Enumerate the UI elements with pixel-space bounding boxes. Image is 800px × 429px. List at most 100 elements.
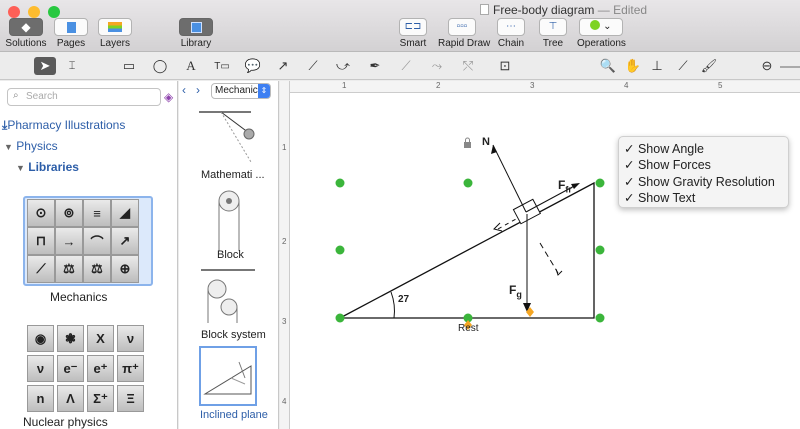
block-pulley-icon[interactable] (217, 189, 241, 255)
nuclear-physics-label: Nuclear physics (23, 415, 108, 429)
zoom-out-icon[interactable]: ⊖ (756, 57, 778, 75)
zoom-window-button[interactable] (48, 6, 60, 18)
mechanics-icon-grid: ⊙ ⊚ ≡ ◢ ⊓ → ⌒ ↗ ⟋ ⚖ ⚖ ⊕ (27, 199, 139, 283)
libraries-tree-item[interactable]: ▼ Libraries (16, 160, 79, 174)
zoom-slider[interactable] (780, 66, 800, 68)
angle-arc (390, 291, 395, 319)
hand-pan-icon[interactable]: ✋ (622, 57, 644, 75)
chain-button[interactable]: ⋯ Chain (496, 18, 526, 49)
pin-icon[interactable]: ◈ (164, 90, 173, 104)
callout-tool-icon[interactable]: 💬 (242, 57, 264, 75)
eyedropper-icon[interactable]: ⟋ (672, 57, 694, 75)
format-painter-icon[interactable]: 🖌 (698, 57, 720, 75)
lambda-icon: Λ (57, 385, 84, 412)
checkmark-icon: ✓ (624, 174, 635, 189)
layers-button[interactable]: Layers (97, 18, 133, 49)
library-item-label: Mathemati ... (201, 169, 265, 181)
positron-icon: e⁺ (87, 355, 114, 382)
library-button[interactable]: Library (178, 18, 214, 49)
normal-force-label: N (482, 136, 490, 148)
pen-tool-icon[interactable]: ✒ (364, 57, 386, 75)
library-item-label: Block system (201, 329, 266, 341)
window-title: Free-body diagram — Edited (480, 3, 647, 17)
window-toolbar: Free-body diagram — Edited ◆ Solutions Pa… (0, 0, 800, 52)
mechanics-library-tile[interactable]: ⊙ ⊚ ≡ ◢ ⊓ → ⌒ ↗ ⟋ ⚖ ⚖ ⊕ (23, 196, 153, 286)
disclosure-triangle-icon: ▼ (16, 163, 25, 173)
rest-label: Rest (458, 323, 479, 334)
checkmark-icon: ✓ (624, 158, 635, 173)
force-vector-icon: ↗ (111, 227, 139, 255)
library-panel: ‹ › Mechanics ⇕ Mathemati ... Block Block… (179, 81, 279, 429)
tree-button[interactable]: ⊤ Tree (538, 18, 568, 49)
arrowhead-icon (571, 183, 580, 189)
rapid-connector-tool-icon[interactable]: ⤲ (457, 57, 479, 75)
nuclear-icon-grid[interactable]: ◉ ❃ X ν ν e⁻ e⁺ π⁺ n Λ Σ⁺ Ξ (27, 325, 144, 412)
menu-item-show-forces[interactable]: ✓ Show Forces (624, 157, 788, 173)
back-chevron-icon[interactable]: ‹ (182, 83, 186, 97)
line-tool-icon[interactable]: ⟋ (302, 57, 324, 75)
selection-handles[interactable] (335, 178, 605, 323)
spring-icon: ≡ (83, 199, 111, 227)
stamp-icon[interactable]: ⊥ (646, 57, 668, 75)
zoom-magnifier-icon[interactable]: 🔍 (597, 57, 619, 75)
vector-icon: → (55, 227, 83, 255)
pages-button[interactable]: Pages (52, 18, 90, 49)
gravity-resolution-line (539, 242, 559, 274)
operations-button[interactable]: ⌄ Operations (577, 18, 626, 49)
arc-tool-icon[interactable]: ⤻ (332, 57, 354, 75)
search-input[interactable]: ⌕ Search (7, 88, 161, 106)
horizontal-ruler: 1 2 3 4 5 (290, 81, 800, 93)
normal-force-arrow[interactable] (492, 144, 527, 213)
menu-item-show-text[interactable]: ✓ Show Text (624, 190, 788, 206)
ellipse-tool-icon[interactable]: ◯ (149, 57, 171, 75)
library-item-label-selected: Inclined plane (200, 409, 268, 421)
nucleus-icon: ❃ (57, 325, 84, 352)
mathematical-pendulum-icon[interactable] (199, 107, 259, 167)
rapid-draw-icon: ▫▫▫ (448, 18, 476, 36)
xi-icon: Ξ (117, 385, 144, 412)
operations-icon: ⌄ (579, 18, 623, 36)
smart-button[interactable]: ⊏⊐ Smart (398, 18, 428, 49)
gravity-force-label: Fg (509, 283, 522, 300)
minimize-window-button[interactable] (28, 6, 40, 18)
mechanics-label: Mechanics (50, 290, 108, 304)
block-system-icon[interactable] (201, 267, 257, 325)
drawing-tools-bar: ➤ ⌶ ▭ ◯ A T▭ 💬 ↗ ⟋ ⤻ ✒ ⟋ ⤳ ⤲ ⊡ 🔍 ✋ ⊥ ⟋ 🖌… (0, 53, 800, 80)
antineutrino-icon: ν (27, 355, 54, 382)
menu-item-show-gravity-resolution[interactable]: ✓ Show Gravity Resolution (624, 174, 788, 190)
insert-shape-tool-icon[interactable]: ⊡ (494, 57, 516, 75)
balance-icon: ⚖ (55, 255, 83, 283)
text-select-tool-icon[interactable]: ⌶ (61, 57, 83, 75)
arrow-tool-icon[interactable]: ↗ (272, 57, 294, 75)
layers-icon (98, 18, 132, 36)
rectangle-tool-icon[interactable]: ▭ (118, 57, 140, 75)
physics-tree-item[interactable]: ▼ Physics (4, 139, 58, 153)
electron-icon: e⁻ (57, 355, 84, 382)
library-dropdown[interactable]: Mechanics ⇕ (211, 83, 271, 99)
inclined-plane-triangle[interactable] (339, 181, 595, 319)
menu-item-show-angle[interactable]: ✓ Show Angle (624, 141, 788, 157)
gravity-resolution-line (497, 218, 517, 230)
checkmark-icon: ✓ (624, 142, 635, 156)
angle-label: 27 (398, 294, 410, 305)
search-icon: ⌕ (13, 90, 19, 101)
scales-icon: ⚖ (83, 255, 111, 283)
close-window-button[interactable] (8, 6, 20, 18)
pharmacy-illustrations-link[interactable]: ⤓Pharmacy Illustrations (2, 118, 125, 133)
solutions-button[interactable]: ◆ Solutions (5, 18, 47, 49)
connector-tool-icon[interactable]: ⟋ (395, 57, 417, 75)
sigma-icon: Σ⁺ (87, 385, 114, 412)
ramp-icon: ◢ (111, 199, 139, 227)
forward-chevron-icon[interactable]: › (196, 83, 200, 97)
inclined-plane-item[interactable] (199, 346, 257, 406)
text-box-tool-icon[interactable]: T▭ (211, 57, 233, 75)
pulley-pair-icon: ⊚ (55, 199, 83, 227)
inclined-plane-icon (203, 361, 252, 395)
smart-connector-tool-icon[interactable]: ⤳ (426, 57, 448, 75)
pointer-tool-icon[interactable]: ➤ (34, 57, 56, 75)
text-tool-icon[interactable]: A (180, 57, 202, 75)
rapid-draw-button[interactable]: ▫▫▫ Rapid Draw (438, 18, 490, 49)
arrowhead-icon (555, 268, 563, 276)
action-menu: ✓ Show Angle ✓ Show Forces ✓ Show Gravit… (618, 136, 789, 208)
disclosure-triangle-icon: ▼ (4, 142, 13, 152)
